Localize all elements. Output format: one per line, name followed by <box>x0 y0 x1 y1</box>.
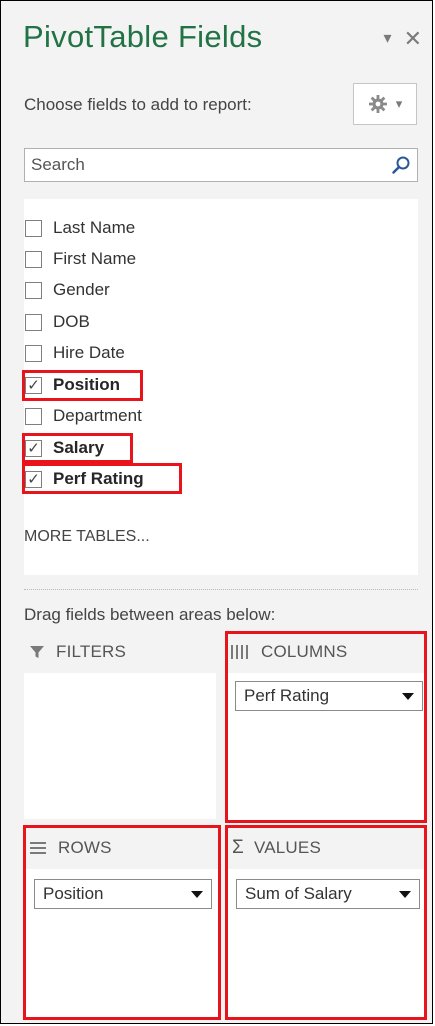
filter-icon <box>30 645 44 659</box>
filters-area[interactable]: FILTERS <box>24 631 216 819</box>
search-box <box>24 148 418 182</box>
values-item-sum-of-salary[interactable]: Sum of Salary <box>236 879 420 909</box>
close-icon[interactable]: ✕ <box>404 28 422 50</box>
pane-title: PivotTable Fields <box>23 19 263 54</box>
checkbox[interactable] <box>25 219 42 237</box>
values-header: Σ VALUES <box>226 827 427 869</box>
values-area[interactable]: Σ VALUES Sum of Salary <box>226 827 427 1019</box>
values-label: VALUES <box>253 838 321 857</box>
checkbox[interactable] <box>25 313 42 331</box>
field-label: Position <box>53 375 121 394</box>
field-label: Hire Date <box>53 343 125 362</box>
field-dob[interactable]: DOB <box>24 309 90 335</box>
search-input[interactable] <box>25 149 375 181</box>
rows-item-label: Position <box>43 884 104 903</box>
choose-fields-label: Choose fields to add to report: <box>24 95 252 114</box>
chevron-down-icon: ▾ <box>395 96 403 111</box>
field-last-name[interactable]: Last Name <box>24 215 135 241</box>
rows-area[interactable]: ROWS Position <box>24 827 220 1019</box>
field-label: DOB <box>53 312 90 331</box>
tools-button[interactable]: ▾ <box>353 83 417 125</box>
sigma-icon: Σ <box>232 837 244 858</box>
field-hire-date[interactable]: Hire Date <box>24 340 125 366</box>
divider <box>24 589 418 590</box>
field-label: Last Name <box>53 218 136 237</box>
field-position[interactable]: ✓ Position <box>24 372 120 398</box>
checkbox[interactable] <box>25 250 42 268</box>
checkbox[interactable] <box>25 344 42 362</box>
checkbox[interactable] <box>25 407 42 425</box>
field-label: Gender <box>53 280 110 299</box>
columns-icon <box>231 645 249 659</box>
rows-icon <box>30 842 46 854</box>
rows-header: ROWS <box>24 827 220 869</box>
field-salary[interactable]: ✓ Salary <box>24 435 104 461</box>
field-first-name[interactable]: First Name <box>24 246 136 272</box>
more-tables-link[interactable]: MORE TABLES... <box>24 528 150 546</box>
drag-fields-label: Drag fields between areas below: <box>24 605 276 624</box>
checkmark-icon[interactable]: ✓ <box>25 376 42 394</box>
columns-area[interactable]: COLUMNS Perf Rating <box>225 631 427 821</box>
field-list: Last Name First Name Gender DOB Hire Dat… <box>22 199 418 575</box>
field-label: First Name <box>53 249 137 268</box>
field-label: Salary <box>53 438 105 457</box>
checkmark-icon[interactable]: ✓ <box>25 470 42 488</box>
columns-item-label: Perf Rating <box>244 686 330 705</box>
rows-item-position[interactable]: Position <box>34 879 212 909</box>
field-label: Perf Rating <box>53 469 144 488</box>
values-item-label: Sum of Salary <box>245 884 352 903</box>
filters-label: FILTERS <box>56 642 127 661</box>
chevron-down-icon[interactable]: ▾ <box>384 31 392 47</box>
field-gender[interactable]: Gender <box>24 277 110 303</box>
columns-item-perf-rating[interactable]: Perf Rating <box>235 681 423 711</box>
gear-icon <box>368 94 388 114</box>
field-department[interactable]: Department <box>24 403 142 429</box>
dropdown-arrow-icon[interactable] <box>402 692 414 700</box>
rows-label: ROWS <box>58 838 112 857</box>
columns-header: COLUMNS <box>225 631 427 673</box>
search-icon[interactable] <box>391 155 411 180</box>
field-label: Department <box>53 406 142 425</box>
pivottable-fields-pane: PivotTable Fields ▾ ✕ Choose fields to a… <box>0 0 433 1024</box>
checkbox[interactable] <box>25 281 42 299</box>
columns-label: COLUMNS <box>261 642 348 661</box>
field-perf-rating[interactable]: ✓ Perf Rating <box>24 466 144 492</box>
checkmark-icon[interactable]: ✓ <box>25 439 42 457</box>
title-controls: ▾ ✕ <box>384 28 422 50</box>
dropdown-arrow-icon[interactable] <box>191 890 203 898</box>
filters-header: FILTERS <box>24 631 216 673</box>
dropdown-arrow-icon[interactable] <box>399 890 411 898</box>
